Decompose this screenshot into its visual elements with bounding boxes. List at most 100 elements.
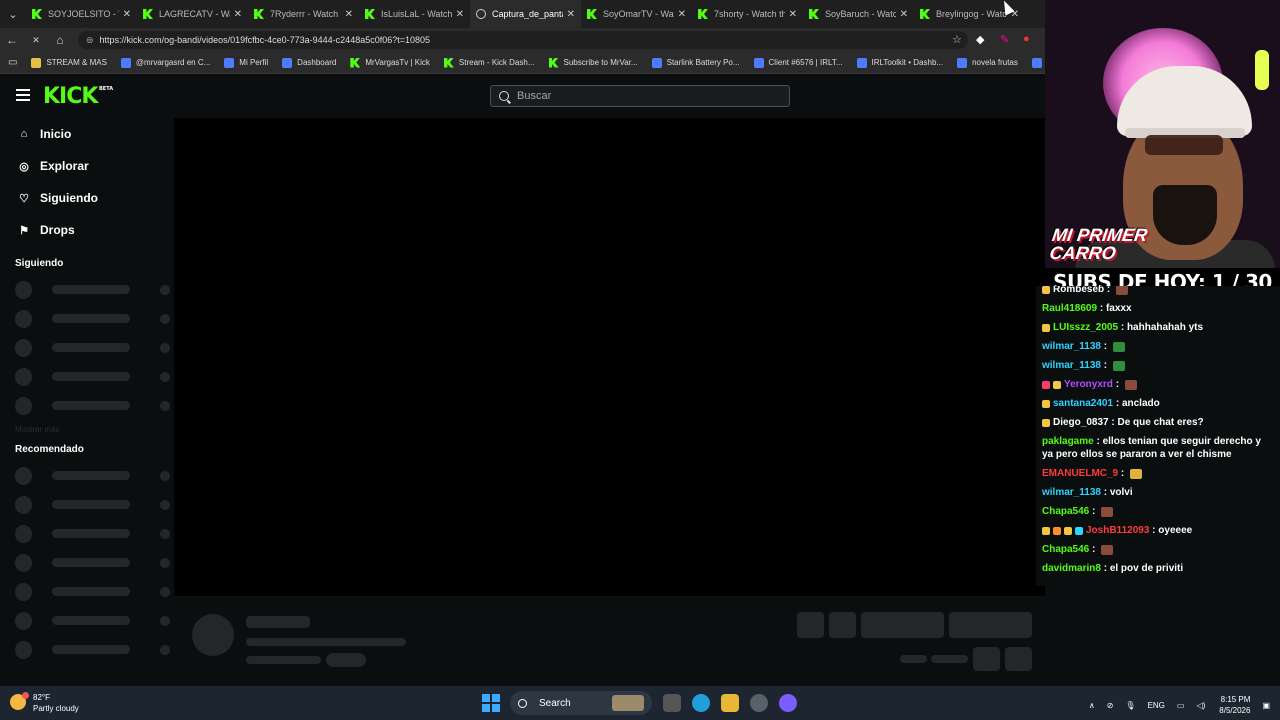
back-button[interactable]: ←	[0, 33, 24, 47]
bookmark-item[interactable]: Client #6576 | IRLT...	[753, 57, 843, 68]
sidebar-item-siguiendo[interactable]: ♡ Siguiendo	[0, 182, 170, 214]
bookmark-item[interactable]: Mi Perfil	[224, 57, 269, 68]
notification-icon[interactable]: ▣	[1262, 701, 1270, 710]
weather-widget[interactable]: 82°F Partly cloudy	[10, 692, 79, 714]
home-button[interactable]: ⌂	[48, 33, 72, 47]
browser-tab[interactable]: Captura_de_pantalla ✕	[470, 0, 581, 28]
url-field[interactable]: ⊜ https://kick.com/og-bandi/videos/019fc…	[78, 31, 968, 49]
start-button[interactable]	[482, 694, 500, 712]
browser-tab[interactable]: LAGRECATV - Watch ✕	[137, 0, 248, 28]
search-input[interactable]: Buscar	[490, 85, 790, 107]
generic-icon	[957, 57, 968, 68]
edge-browser-icon[interactable]	[692, 694, 710, 712]
site-info-icon[interactable]: ⊜	[86, 35, 94, 46]
show-more-link[interactable]: Mostrar más	[0, 420, 170, 440]
bookmark-item[interactable]: Dashboard	[282, 57, 336, 68]
bookmark-item[interactable]: STREAM & MAS	[31, 57, 107, 68]
sidebar-item-explorar[interactable]: ◎ Explorar	[0, 150, 170, 182]
clock[interactable]: 8:15 PM 8/5/2026	[1219, 694, 1250, 716]
bookmark-item[interactable]: @mrvargasrd en C...	[120, 57, 210, 68]
tab-list-menu-icon[interactable]: ⌄	[0, 0, 26, 28]
bookmark-item[interactable]: novela frutas	[957, 57, 1018, 68]
chrome-browser-icon[interactable]	[750, 694, 768, 712]
chat-username[interactable]: Chapa546	[1042, 543, 1089, 556]
button-skeleton	[861, 612, 944, 638]
chat-username[interactable]: paklagame	[1042, 436, 1094, 447]
avatar-skeleton	[15, 367, 33, 386]
bookmark-item[interactable]: IRLToolkit • Dashb...	[856, 57, 943, 68]
dot-skeleton	[160, 586, 170, 597]
volume-icon[interactable]: ◁)	[1196, 701, 1205, 710]
close-tab-icon[interactable]: ✕	[345, 9, 353, 20]
browser-tab[interactable]: SoyBaruch - Watch ✕	[803, 0, 914, 28]
extension-icon[interactable]: ◆	[976, 33, 984, 46]
bookmark-label: STREAM & MAS	[46, 58, 107, 67]
chat-username[interactable]: Diego_0837	[1053, 416, 1109, 429]
text-skeleton	[52, 314, 131, 323]
bookmark-star-icon[interactable]: ☆	[952, 33, 962, 46]
chat-separator: :	[1100, 341, 1110, 352]
badge-icon	[1042, 526, 1050, 535]
video-player[interactable]	[174, 118, 1045, 596]
browser-tab[interactable]: SOYJOELSITO - Watch ✕	[26, 0, 137, 28]
monitor-icon[interactable]: ▭	[1177, 701, 1185, 710]
chat-username[interactable]: Rombeseb	[1053, 286, 1104, 296]
chat-username[interactable]: Raul418609	[1042, 302, 1097, 315]
sidebar-item-drops[interactable]: ⚑ Drops	[0, 214, 170, 246]
chat-username[interactable]: Yeronyxrd	[1064, 378, 1113, 391]
language-indicator[interactable]: ENG	[1148, 701, 1165, 710]
chat-message: paklagame : ellos tenian que seguir dere…	[1036, 432, 1280, 464]
dot-skeleton	[160, 557, 170, 568]
sidebar-item-inicio[interactable]: ⌂ Inicio	[0, 118, 170, 150]
extension-record-icon[interactable]: ●	[1023, 33, 1030, 45]
chat-username[interactable]: wilmar_1138	[1042, 359, 1101, 372]
microphone-icon[interactable]: 🎙	[1125, 701, 1135, 710]
chat-username[interactable]: wilmar_1138	[1042, 486, 1101, 499]
extension-pen-icon[interactable]: ✎	[1000, 33, 1009, 46]
file-explorer-icon[interactable]	[721, 694, 739, 712]
chat-username[interactable]: davidmarin8	[1042, 562, 1101, 575]
bookmark-item[interactable]: Starlink Battery Po...	[651, 57, 740, 68]
reload-stop-button[interactable]: ✕	[24, 35, 48, 46]
sidebar-item-label: Drops	[40, 223, 75, 237]
text-skeleton	[246, 656, 321, 664]
kick-logo[interactable]: KICK BETA	[43, 84, 113, 109]
text-skeleton	[326, 653, 366, 667]
browser-tab[interactable]: 7shorty - Watch th ✕	[692, 0, 803, 28]
taskbar-search[interactable]: Search	[510, 691, 652, 715]
close-tab-icon[interactable]: ✕	[456, 9, 464, 20]
chat-username[interactable]: LUIsszz_2005	[1053, 321, 1118, 334]
chat-username[interactable]: wilmar_1138	[1042, 340, 1101, 353]
chat-username[interactable]: santana2401	[1053, 397, 1113, 410]
browser-tab[interactable]: SoyOmarTV - Watch ✕	[581, 0, 692, 28]
menu-icon[interactable]	[16, 89, 30, 101]
close-tab-icon[interactable]: ✕	[678, 9, 686, 20]
chat-message: santana2401 : anclado	[1036, 394, 1280, 413]
close-tab-icon[interactable]: ✕	[567, 9, 575, 20]
weather-temp: 82°F	[33, 693, 50, 702]
chevron-up-icon[interactable]: ∧	[1089, 701, 1095, 710]
browser-tab[interactable]: 7Ryderrr - Watch the ✕	[248, 0, 359, 28]
taskbar-apps: Search	[482, 691, 797, 715]
badge-icon	[1042, 418, 1050, 427]
close-tab-icon[interactable]: ✕	[900, 9, 908, 20]
discord-icon[interactable]	[779, 694, 797, 712]
badge-icon	[1042, 286, 1050, 294]
apps-icon[interactable]: ▭	[8, 57, 17, 68]
close-tab-icon[interactable]: ✕	[123, 9, 131, 20]
close-tab-icon[interactable]: ✕	[789, 9, 797, 20]
chat-separator: :	[1100, 563, 1110, 574]
chat-username[interactable]: Chapa546	[1042, 505, 1089, 518]
browser-tab[interactable]: IsLuisLaL - Watch th ✕	[359, 0, 470, 28]
chat-username[interactable]: JoshB112093	[1086, 524, 1149, 537]
chat-username[interactable]: EMANUELMC_9	[1042, 467, 1118, 480]
bookmark-label: Mi Perfil	[239, 58, 269, 67]
task-view-icon[interactable]	[663, 694, 681, 712]
bookmark-item[interactable]: MrVargasTv | Kick	[350, 57, 430, 68]
network-off-icon[interactable]: ⊘	[1107, 701, 1114, 710]
close-tab-icon[interactable]: ✕	[234, 9, 242, 20]
emote-icon	[1101, 506, 1114, 517]
bookmark-item[interactable]: Subscribe to MrVar...	[548, 57, 638, 68]
beta-label: BETA	[99, 86, 114, 92]
bookmark-item[interactable]: Stream - Kick Dash...	[443, 57, 535, 68]
